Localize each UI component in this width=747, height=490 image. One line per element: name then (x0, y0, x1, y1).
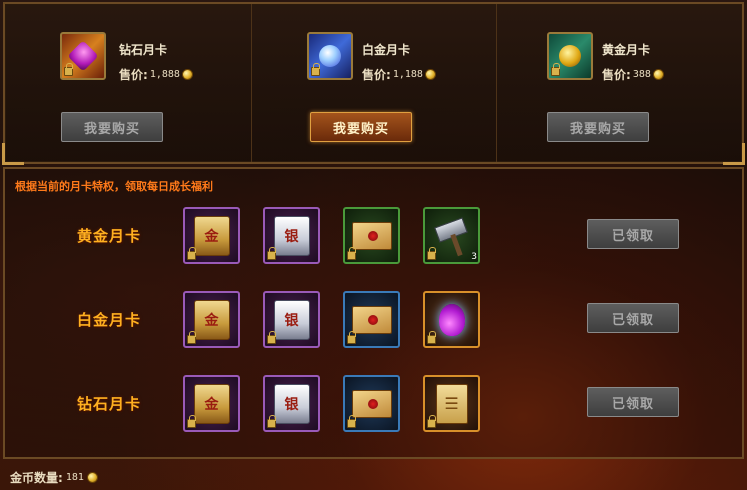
card-name: 黄金月卡 (602, 43, 651, 57)
price-value: 388 (632, 69, 651, 80)
month-card-shop: 钻石月卡 售价: 1,888 我要购买 白金月卡 售价: 1,188 我要购买 … (2, 2, 745, 165)
claim-gold-button[interactable]: 已领取 (587, 219, 679, 249)
card-price: 售价: 1,888 (119, 66, 193, 83)
buy-diamond-button[interactable]: 我要购买 (61, 112, 163, 142)
reward-slot[interactable] (423, 291, 480, 348)
lock-icon (427, 247, 436, 260)
envelope-icon (351, 305, 392, 334)
price-label: 售价: (362, 68, 391, 82)
reward-slot[interactable] (343, 291, 400, 348)
gold-coin-icon (86, 472, 98, 483)
price-label: 售价: (119, 68, 148, 82)
lock-icon (311, 63, 320, 76)
gold-coin-icon (181, 69, 193, 80)
reward-slot[interactable] (343, 207, 400, 264)
lock-icon (187, 415, 196, 428)
buy-gold-button[interactable]: 我要购买 (547, 112, 649, 142)
lock-icon (267, 247, 276, 260)
reward-slot[interactable]: 金 (183, 291, 240, 348)
gem-icon (559, 45, 581, 67)
parchment-icon: ☰ (435, 383, 468, 424)
lock-icon (187, 331, 196, 344)
gold-balance: 金币数量: 181 (10, 469, 98, 486)
row-label-diamond: 钻石月卡 (77, 395, 142, 413)
card-price: 售价: 388 (602, 66, 664, 83)
envelope-icon (351, 389, 392, 418)
card-price: 售价: 1,188 (362, 66, 436, 83)
lock-icon (347, 415, 356, 428)
lock-icon (267, 415, 276, 428)
gem-icon (319, 45, 341, 67)
card-name: 钻石月卡 (119, 43, 168, 57)
gold-scroll-icon: 金 (193, 383, 230, 424)
gold-scroll-icon: 金 (193, 299, 230, 340)
lock-icon (347, 247, 356, 260)
reward-slot[interactable]: 银 (263, 207, 320, 264)
price-label: 售价: (602, 68, 631, 82)
hammer-icon (432, 216, 472, 256)
reward-slot[interactable]: 银 (263, 375, 320, 432)
buy-platinum-button[interactable]: 我要购买 (310, 112, 412, 142)
row-label-platinum: 白金月卡 (77, 311, 142, 329)
shop-card-gold: 黄金月卡 售价: 388 我要购买 (496, 4, 741, 162)
shop-card-diamond: 钻石月卡 售价: 1,888 我要购买 (5, 4, 250, 162)
gold-card-icon[interactable] (547, 32, 593, 80)
card-name: 白金月卡 (362, 43, 411, 57)
gold-label: 金币数量: (10, 471, 63, 485)
row-label-gold: 黄金月卡 (77, 227, 142, 245)
reward-slot[interactable]: ☰ (423, 375, 480, 432)
lock-icon (551, 63, 560, 76)
reward-slot[interactable]: 金 (183, 375, 240, 432)
lock-icon (427, 331, 436, 344)
item-count: 3 (471, 252, 477, 262)
platinum-card-icon[interactable] (307, 32, 353, 80)
gold-coin-icon (424, 69, 436, 80)
price-value: 1,888 (149, 69, 180, 80)
lock-icon (347, 331, 356, 344)
gold-coin-icon (652, 69, 664, 80)
reward-slot[interactable]: 银 (263, 291, 320, 348)
shop-card-platinum: 白金月卡 售价: 1,188 我要购买 (251, 4, 496, 162)
potion-icon (438, 303, 465, 336)
claim-diamond-button[interactable]: 已领取 (587, 387, 679, 417)
gold-scroll-icon: 金 (193, 215, 230, 256)
reward-slot[interactable]: 3 (423, 207, 480, 264)
diamond-card-icon[interactable] (60, 32, 106, 80)
price-value: 1,188 (392, 69, 423, 80)
silver-scroll-icon: 银 (273, 299, 310, 340)
reward-slot[interactable]: 金 (183, 207, 240, 264)
claim-platinum-button[interactable]: 已领取 (587, 303, 679, 333)
gold-value: 181 (65, 472, 84, 483)
envelope-icon (351, 221, 392, 250)
silver-scroll-icon: 银 (273, 215, 310, 256)
rewards-intro: 根据当前的月卡特权，领取每日成长福利 (15, 180, 213, 193)
daily-rewards-panel: 根据当前的月卡特权，领取每日成长福利 黄金月卡 金 银 3 已领取 白金月卡 金… (3, 167, 744, 459)
reward-slot[interactable] (343, 375, 400, 432)
lock-icon (187, 247, 196, 260)
silver-scroll-icon: 银 (273, 383, 310, 424)
lock-icon (267, 331, 276, 344)
lock-icon (64, 63, 73, 76)
lock-icon (427, 415, 436, 428)
